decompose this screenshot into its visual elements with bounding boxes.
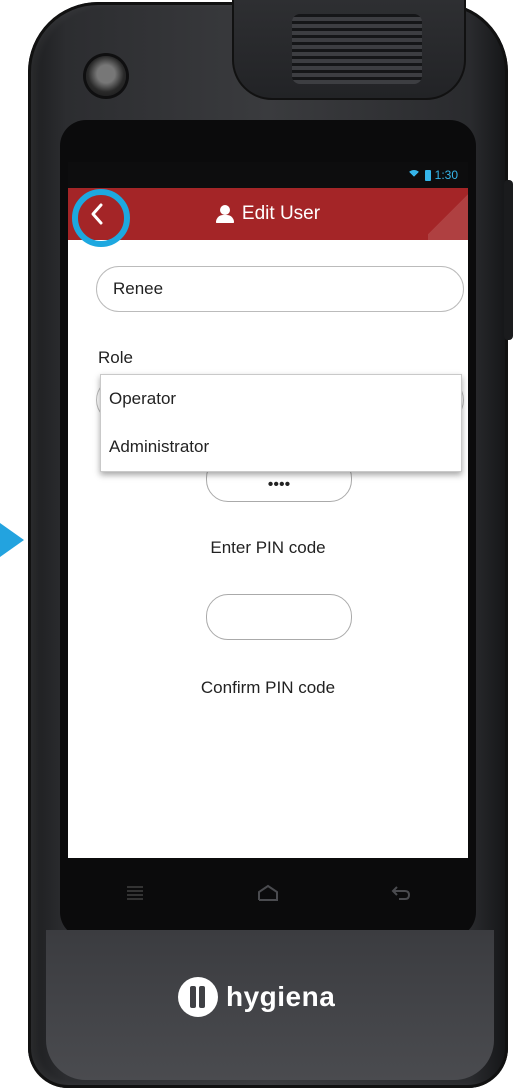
name-input[interactable]: Renee bbox=[96, 266, 464, 312]
nav-back-button[interactable] bbox=[381, 873, 421, 913]
menu-button[interactable] bbox=[115, 873, 155, 913]
speaker-grille bbox=[292, 14, 422, 84]
pointer-arrow-icon bbox=[0, 523, 24, 557]
system-nav-bar bbox=[68, 858, 468, 928]
status-time: 1:30 bbox=[434, 168, 458, 182]
confirm-pin-input[interactable] bbox=[206, 594, 352, 640]
confirm-pin-label: Confirm PIN code bbox=[200, 678, 336, 697]
wifi-icon bbox=[406, 170, 421, 184]
brand-mark-icon bbox=[178, 977, 218, 1017]
back-button[interactable] bbox=[72, 189, 130, 247]
pin-label: Enter PIN code bbox=[210, 538, 326, 557]
header-title: Edit User bbox=[215, 203, 321, 225]
role-option-operator[interactable]: Operator bbox=[101, 375, 461, 423]
back-icon bbox=[391, 886, 411, 900]
menu-icon bbox=[126, 886, 143, 900]
role-dropdown-menu: Operator Administrator bbox=[100, 374, 462, 472]
home-button[interactable] bbox=[248, 873, 288, 913]
page-title: Edit User bbox=[241, 203, 321, 224]
user-icon bbox=[215, 205, 234, 223]
battery-icon bbox=[424, 169, 431, 181]
camera-lens bbox=[86, 56, 126, 96]
role-option-administrator[interactable]: Administrator bbox=[101, 423, 461, 471]
highlight-circle bbox=[72, 189, 130, 247]
role-label: Role bbox=[98, 348, 133, 367]
app-screen: 1:30 Edit User Renee Role •••• Enter PIN… bbox=[68, 162, 468, 858]
home-icon bbox=[257, 884, 278, 901]
device-side-button bbox=[504, 180, 513, 340]
header-bar: Edit User bbox=[68, 188, 468, 247]
brand-text: hygiena bbox=[226, 981, 336, 1012]
status-bar: 1:30 bbox=[68, 162, 468, 188]
brand-logo: hygiena bbox=[178, 972, 335, 1022]
